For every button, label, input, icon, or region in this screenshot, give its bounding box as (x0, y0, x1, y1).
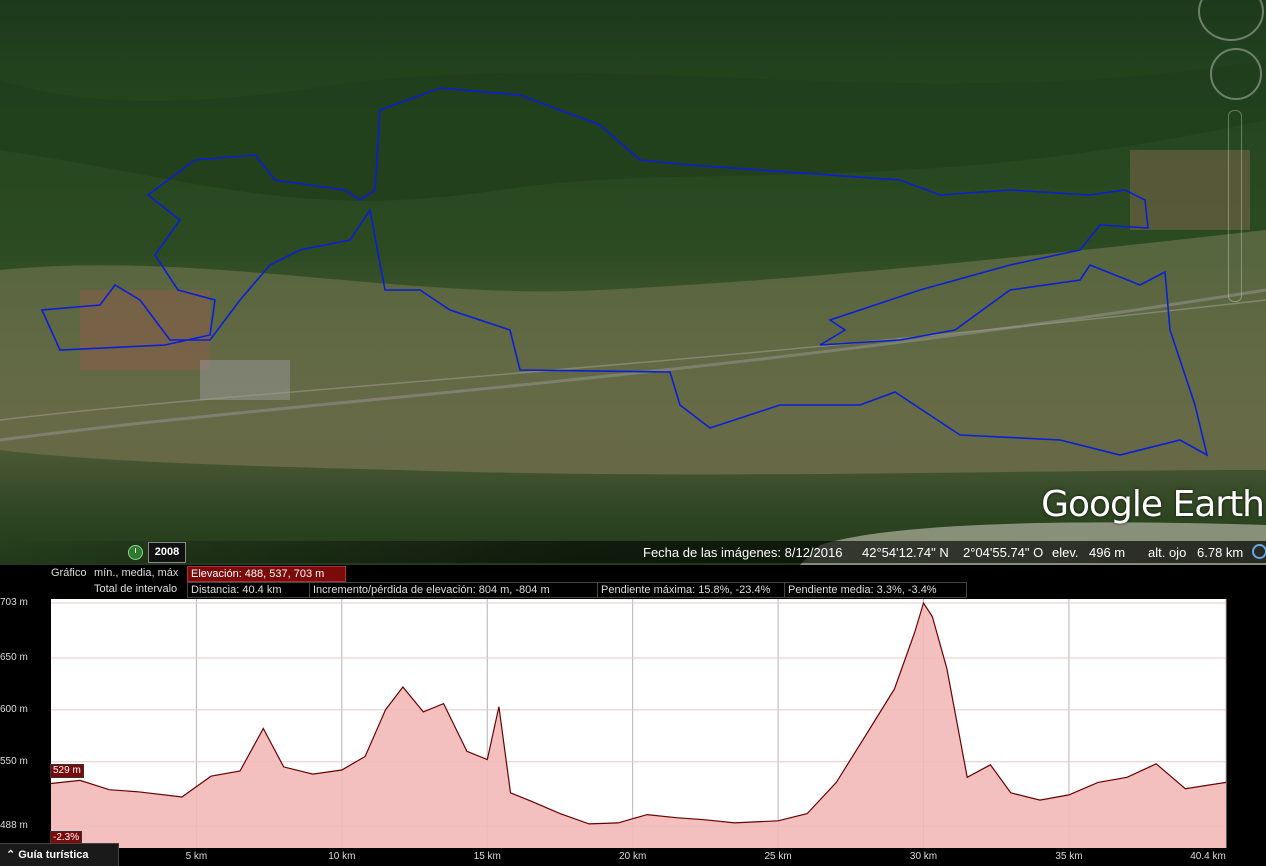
x-tick-label: 30 km (909, 851, 938, 862)
x-tick-label: 10 km (328, 851, 356, 862)
y-tick-label: 550 m (0, 755, 28, 767)
y-tick-label: 703 m (0, 597, 28, 608)
cursor-elevation-label: 529 m (50, 764, 84, 778)
chevron-up-icon: ⌃ (6, 849, 16, 861)
x-tick-label: 40.4 km (1190, 851, 1226, 862)
y-tick-label: 650 m (0, 651, 28, 663)
x-tick-label: 25 km (764, 851, 792, 862)
x-tick-label: 5 km (185, 851, 208, 862)
x-tick-label: 35 km (1055, 851, 1083, 862)
elevation-chart[interactable] (0, 0, 1266, 865)
y-tick-label: 600 m (0, 703, 28, 715)
tour-guide-label: Guía turística (18, 849, 89, 861)
y-tick-label: 488 m (0, 820, 28, 831)
tour-guide-button[interactable]: ⌃ Guía turística (0, 843, 119, 866)
x-tick-label: 20 km (619, 851, 647, 862)
x-tick-label: 15 km (473, 851, 501, 862)
